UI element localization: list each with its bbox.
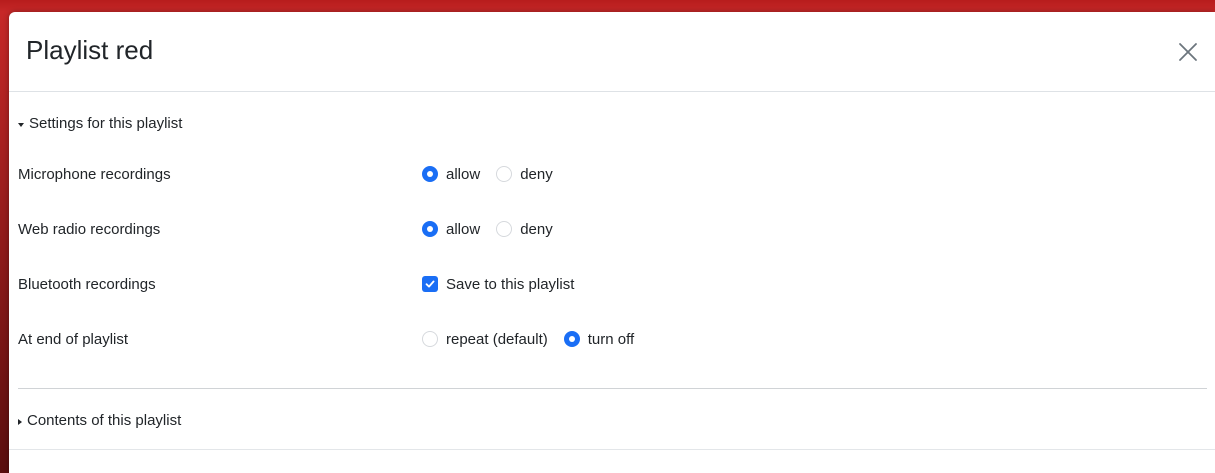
radio-unselected[interactable] — [496, 221, 513, 237]
checkbox-label: Save to this playlist — [446, 275, 575, 293]
radio-group-microphone: allow deny — [422, 166, 569, 183]
settings-section-toggle[interactable]: Settings for this playlist — [18, 115, 182, 132]
setting-row-web-radio: Web radio recordings allow deny — [18, 218, 1198, 240]
setting-label: Web radio recordings — [18, 220, 161, 238]
radio-option-allow[interactable]: allow — [422, 221, 480, 238]
radio-label: deny — [520, 165, 553, 183]
radio-unselected[interactable] — [496, 166, 513, 182]
close-icon — [1179, 43, 1197, 61]
radio-option-deny[interactable]: deny — [496, 221, 553, 238]
radio-label: allow — [446, 220, 481, 238]
contents-section-label: Contents of this playlist — [27, 412, 182, 429]
playlist-settings-dialog: Playlist red Settings for this playlist … — [9, 12, 1215, 473]
contents-section-toggle[interactable]: Contents of this playlist — [18, 412, 181, 429]
close-button[interactable] — [1175, 39, 1201, 65]
dialog-title: Playlist red — [26, 35, 154, 65]
radio-label: deny — [520, 220, 553, 238]
radio-group-web-radio: allow deny — [422, 221, 569, 238]
radio-option-allow[interactable]: allow — [422, 166, 480, 183]
dialog-header: Playlist red — [9, 12, 1215, 92]
radio-label: allow — [446, 165, 481, 183]
setting-label: At end of playlist — [18, 330, 129, 348]
radio-unselected[interactable] — [422, 331, 438, 347]
settings-section-label: Settings for this playlist — [29, 115, 183, 132]
radio-label: repeat (default) — [446, 330, 548, 348]
radio-option-turn-off[interactable]: turn off — [563, 330, 635, 348]
caret-right-icon — [18, 419, 22, 425]
setting-label: Microphone recordings — [18, 165, 171, 183]
checkbox-save-to-playlist[interactable]: Save to this playlist — [422, 276, 574, 293]
radio-group-end-of-playlist: repeat (default) turn off — [422, 331, 650, 348]
radio-option-deny[interactable]: deny — [496, 166, 553, 183]
setting-row-end-of-playlist: At end of playlist repeat (default) turn… — [18, 328, 1198, 350]
setting-label: Bluetooth recordings — [18, 275, 156, 293]
setting-row-microphone: Microphone recordings allow deny — [18, 163, 1198, 185]
setting-row-bluetooth: Bluetooth recordings Save to this playli… — [18, 273, 1198, 295]
caret-down-icon — [18, 123, 24, 127]
radio-selected[interactable] — [563, 331, 580, 347]
radio-selected[interactable] — [422, 221, 438, 237]
checkbox-group-bluetooth: Save to this playlist — [422, 276, 590, 293]
radio-option-repeat[interactable]: repeat (default) — [422, 331, 548, 348]
section-divider — [18, 388, 1207, 389]
checkbox-checked[interactable] — [422, 276, 438, 292]
bottom-divider — [9, 449, 1215, 450]
checkmark-icon — [425, 280, 435, 288]
radio-label: turn off — [587, 330, 635, 348]
radio-selected[interactable] — [422, 166, 438, 182]
